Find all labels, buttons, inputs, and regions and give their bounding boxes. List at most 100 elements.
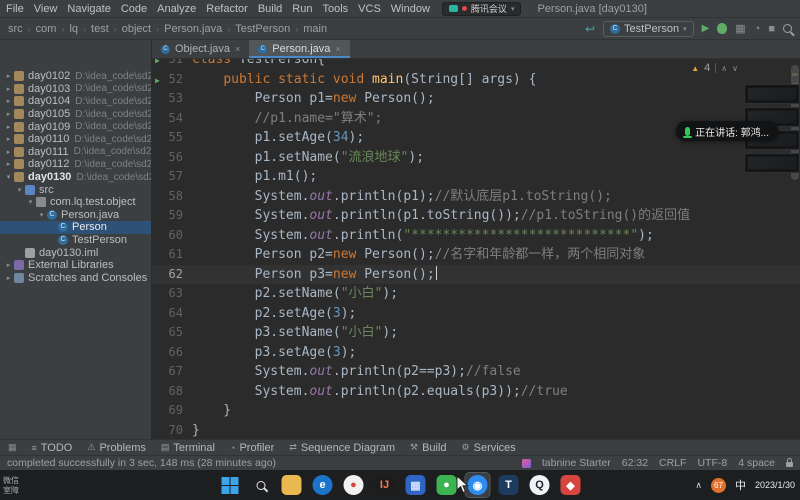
code-area[interactable]: ▶ 51 class TestPerson{▶ 52 public static vo… (152, 59, 800, 439)
back-arrow-icon[interactable]: ↩ (585, 22, 595, 36)
gutter-line-68[interactable]: 68 (152, 382, 192, 402)
tree-item-day0109[interactable]: ▸day0109D:\idea_code\sd2_java\day (0, 120, 151, 133)
taskbar-app-blue[interactable]: ▦ (404, 473, 428, 497)
gutter-line-61[interactable]: 61 (152, 245, 192, 265)
line-separator[interactable]: CRLF (659, 457, 686, 469)
taskbar-start-button[interactable] (218, 473, 242, 497)
code-line-70[interactable]: 70} (152, 421, 800, 440)
taskbar-app-red[interactable]: ◆ (559, 473, 583, 497)
gutter-line-51[interactable]: ▶ 51 (152, 59, 192, 70)
gutter-line-65[interactable]: 65 (152, 323, 192, 343)
taskbar-browser[interactable]: ● (342, 473, 366, 497)
chevron-collapsed-icon[interactable]: ▸ (4, 110, 13, 118)
code-line-68[interactable]: 68 System.out.println(p2.equals(p3));//t… (152, 382, 800, 402)
tree-item-day0103[interactable]: ▸day0103D:\idea_code\sd2_java\day (0, 83, 151, 96)
chevron-collapsed-icon[interactable]: ▸ (4, 97, 13, 105)
gutter-line-57[interactable]: 57 (152, 167, 192, 187)
taskbar-search-button[interactable] (249, 473, 273, 497)
profiler-icon[interactable]: ◔ (754, 23, 761, 35)
chevron-collapsed-icon[interactable]: ▸ (4, 72, 13, 80)
gutter-line-52[interactable]: ▶ 52 (152, 70, 192, 90)
tray-chevron-icon[interactable]: ∧ (695, 480, 702, 491)
code-line-53[interactable]: 53 Person p1=new Person(); (152, 89, 800, 109)
toolwindow-switcher-icon[interactable]: ▦ (8, 442, 17, 453)
taskbar-qq[interactable]: Q (528, 473, 552, 497)
taskbar-wechat[interactable]: ● (435, 473, 459, 497)
tree-item-Scratches and Consoles[interactable]: ▸ Scratches and Consoles (0, 272, 151, 285)
file-encoding[interactable]: UTF-8 (697, 457, 727, 469)
breadcrumb-item-7[interactable]: main (303, 23, 327, 35)
close-icon[interactable]: × (335, 44, 340, 54)
gutter-line-70[interactable]: 70 (152, 421, 192, 440)
menu-code[interactable]: Code (121, 3, 147, 15)
code-line-64[interactable]: 64 p2.setAge(3); (152, 304, 800, 324)
menu-vcs[interactable]: VCS (358, 3, 381, 15)
toolwindow-build[interactable]: ⚒ Build (410, 442, 447, 454)
code-line-65[interactable]: 65 p3.setName("小白"); (152, 323, 800, 343)
indent-setting[interactable]: 4 space (738, 457, 775, 469)
code-line-58[interactable]: 58 System.out.println(p1);//默认底层p1.toStr… (152, 187, 800, 207)
menu-build[interactable]: Build (258, 3, 282, 15)
taskbar-app-t[interactable]: T (497, 473, 521, 497)
lock-icon[interactable] (786, 458, 793, 467)
tree-item-TestPerson[interactable]: C TestPerson (0, 234, 151, 247)
breadcrumb-item-5[interactable]: Person.java (164, 23, 222, 35)
run-line-icon[interactable]: ▶ (155, 71, 160, 91)
code-line-57[interactable]: 57 p1.m1(); (152, 167, 800, 187)
tabnine-label[interactable]: tabnine Starter (542, 457, 611, 469)
tree-item-day0130.iml[interactable]: day0130.iml (0, 246, 151, 259)
gutter-line-58[interactable]: 58 (152, 187, 192, 207)
code-line-69[interactable]: 69 } (152, 401, 800, 421)
menu-file[interactable]: File (6, 3, 24, 15)
next-warning-icon[interactable]: ∨ (732, 64, 738, 73)
run-config-selector[interactable]: C TestPerson ▾ (603, 20, 694, 37)
gutter-line-60[interactable]: 60 (152, 226, 192, 246)
chevron-collapsed-icon[interactable]: ▸ (4, 135, 13, 143)
menu-view[interactable]: View (34, 3, 58, 15)
tree-item-day0102[interactable]: ▸day0102D:\idea_code\sd2_java\day (0, 70, 151, 83)
chevron-collapsed-icon[interactable]: ▸ (4, 85, 13, 93)
gutter-line-63[interactable]: 63 (152, 284, 192, 304)
tree-item-Person[interactable]: C Person (0, 221, 151, 234)
taskbar-date[interactable]: 2023/1/30 (755, 480, 795, 491)
chevron-collapsed-icon[interactable]: ▸ (4, 148, 13, 156)
search-everywhere-icon[interactable] (783, 24, 792, 33)
tree-item-src[interactable]: ▾ src (0, 183, 151, 196)
tree-item-day0130[interactable]: ▾day0130D:\idea_code\sd2_java\day (0, 171, 151, 184)
tree-item-day0105[interactable]: ▸day0105D:\idea_code\sd2_java\day (0, 108, 151, 121)
toolwindow-services[interactable]: ⚙ Services (462, 442, 516, 454)
taskbar-tencent-meeting[interactable]: ◉ (464, 472, 491, 498)
breadcrumb-item-3[interactable]: test (91, 23, 109, 35)
menu-navigate[interactable]: Navigate (67, 3, 110, 15)
code-line-62[interactable]: 62 Person p3=new Person(); (152, 264, 800, 284)
tree-item-day0112[interactable]: ▸day0112D:\idea_code\sd2_java\day (0, 158, 151, 171)
code-line-56[interactable]: 56 p1.setName("流浪地球"); (152, 148, 800, 168)
breadcrumb-item-0[interactable]: src (8, 23, 23, 35)
taskbar-intellij-idea[interactable]: IJ (373, 473, 397, 497)
caret-position[interactable]: 62:32 (622, 457, 648, 469)
breadcrumb-item-6[interactable]: TestPerson (235, 23, 290, 35)
close-icon[interactable]: × (235, 44, 240, 54)
meeting-pill[interactable]: 腾讯会议 ▾ (441, 1, 522, 16)
gutter-line-64[interactable]: 64 (152, 304, 192, 324)
toolwindow-problems[interactable]: ⚠ Problems (87, 442, 146, 454)
toolwindow-sequence-diagram[interactable]: ⇄ Sequence Diagram (289, 442, 395, 454)
gutter-line-56[interactable]: 56 (152, 148, 192, 168)
tree-item-External Libraries[interactable]: ▸ External Libraries (0, 259, 151, 272)
menu-analyze[interactable]: Analyze (157, 3, 196, 15)
meeting-thumbnail[interactable] (744, 153, 800, 173)
tab-Object.java[interactable]: C Object.java × (152, 40, 249, 58)
stop-icon[interactable]: ■ (768, 23, 775, 35)
tree-item-day0110[interactable]: ▸day0110D:\idea_code\sd2_java\day (0, 133, 151, 146)
code-line-61[interactable]: 61 Person p2=new Person();//名字和年龄都一样，两个相… (152, 245, 800, 265)
prev-warning-icon[interactable]: ∧ (721, 64, 727, 73)
inspections-widget[interactable]: ▲ 4 ∧ ∨ (691, 62, 738, 74)
chevron-collapsed-icon[interactable]: ▸ (4, 160, 13, 168)
toolwindow-profiler[interactable]: ◔ Profiler (230, 442, 274, 454)
chevron-expanded-icon[interactable]: ▾ (4, 173, 13, 181)
gutter-line-54[interactable]: 54 (152, 109, 192, 129)
code-line-59[interactable]: 59 System.out.println(p1.toString());//p… (152, 206, 800, 226)
code-editor[interactable]: ▶ 51 class TestPerson{▶ 52 public static vo… (152, 59, 800, 439)
menu-run[interactable]: Run (292, 3, 312, 15)
code-line-67[interactable]: 67 System.out.println(p2==p3);//false (152, 362, 800, 382)
